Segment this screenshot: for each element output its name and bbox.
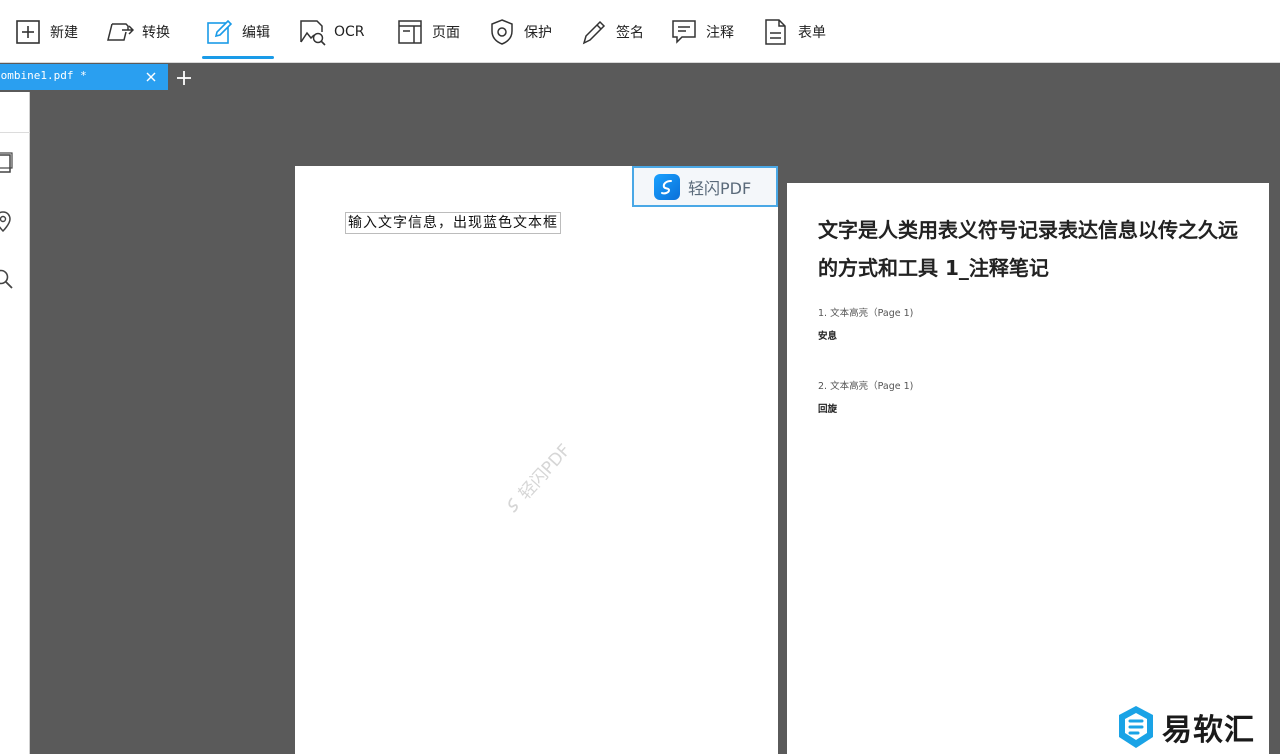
toolbar-ocr-button[interactable]: OCR [298, 0, 365, 63]
toolbar-annotate-label: 注释 [706, 24, 734, 41]
toolbar-sign-button[interactable]: 签名 [580, 0, 644, 63]
toolbar-ocr-label: OCR [334, 23, 365, 40]
pdf-page-right[interactable]: 文字是人类用表义符号记录表达信息以传之久远的方式和工具 1_注释笔记 1. 文本… [787, 183, 1269, 754]
toolbar-edit-label: 编辑 [242, 24, 270, 41]
toolbar-convert-label: 转换 [142, 24, 170, 41]
comment-icon [672, 19, 696, 44]
form-icon [765, 18, 786, 45]
sidebar-divider [0, 132, 30, 133]
toolbar-form-label: 表单 [798, 24, 826, 41]
page-icon [398, 19, 422, 44]
document-tab-label: Combine1.pdf * [0, 69, 87, 82]
doc-title: 文字是人类用表义符号记录表达信息以传之久远的方式和工具 1_注释笔记 [818, 218, 1238, 280]
active-tab-indicator [202, 56, 274, 59]
location-pin-icon[interactable] [0, 210, 14, 232]
main-toolbar: 新建 转换 编辑 OCR 页面 保护 签名 注释 表单 [0, 0, 1280, 63]
brand-logo-icon [654, 173, 680, 200]
pen-icon [582, 20, 606, 44]
toolbar-edit-button[interactable]: 编辑 [202, 0, 274, 63]
note-content: 安息 [818, 331, 838, 342]
toolbar-form-button[interactable]: 表单 [762, 0, 826, 63]
toolbar-annotate-button[interactable]: 注释 [670, 0, 734, 63]
toolbar-new-label: 新建 [50, 24, 78, 41]
toolbar-sign-label: 签名 [616, 24, 644, 41]
brand-name: 轻闪PDF [688, 178, 752, 198]
brand-badge: 轻闪PDF [632, 166, 778, 207]
text-box[interactable]: 输入文字信息，出现蓝色文本框 [345, 212, 561, 234]
site-name: 易软汇 [1162, 713, 1255, 748]
site-watermark: 易软汇 [1110, 700, 1280, 754]
toolbar-protect-button[interactable]: 保护 [488, 0, 552, 63]
site-logo-icon [1119, 706, 1153, 748]
shield-icon [491, 18, 513, 45]
thumbnail-icon[interactable] [0, 152, 14, 174]
toolbar-new-button[interactable]: 新建 [14, 0, 78, 63]
new-tab-plus-icon[interactable] [174, 68, 194, 88]
document-tab[interactable]: Combine1.pdf * [0, 64, 168, 90]
left-sidebar [0, 92, 30, 754]
note-content: 回旋 [818, 404, 838, 415]
toolbar-page-button[interactable]: 页面 [396, 0, 460, 63]
close-icon[interactable] [144, 70, 158, 84]
note-heading: 1. 文本高亮（Page 1) [818, 308, 914, 319]
edit-icon [207, 19, 233, 44]
note-heading: 2. 文本高亮（Page 1) [818, 381, 914, 392]
convert-icon [107, 22, 134, 41]
search-icon[interactable] [0, 268, 14, 290]
plus-square-icon [16, 19, 40, 44]
ocr-icon [300, 19, 326, 46]
document-tab-strip: Combine1.pdf * [0, 64, 1280, 92]
toolbar-page-label: 页面 [432, 24, 460, 41]
toolbar-protect-label: 保护 [524, 24, 552, 41]
toolbar-convert-button[interactable]: 转换 [106, 0, 170, 63]
